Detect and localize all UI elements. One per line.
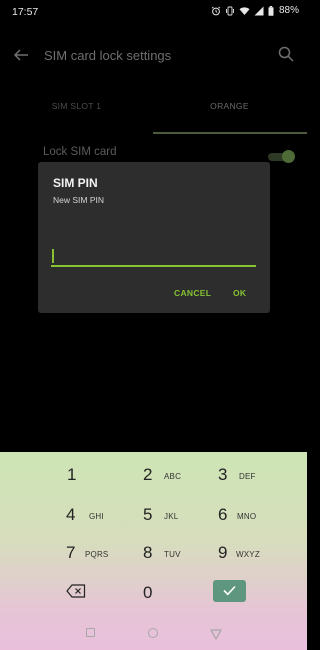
key-8[interactable]: 8 TUV	[143, 538, 223, 570]
key-digit: 6	[218, 505, 228, 524]
key-1[interactable]: 1	[67, 460, 147, 492]
cancel-button[interactable]: CANCEL	[174, 288, 211, 298]
key-letters: JKL	[164, 512, 179, 521]
key-0[interactable]: 0	[143, 578, 223, 610]
recents-square-icon[interactable]	[86, 628, 95, 637]
tab-orange[interactable]: ORANGE	[153, 94, 306, 134]
key-digit: 0	[143, 583, 153, 602]
vibrate-icon	[225, 6, 235, 16]
navigation-bar	[0, 622, 307, 650]
key-4[interactable]: 4 GHI	[66, 500, 146, 532]
key-letters: WXYZ	[236, 550, 260, 559]
dialog-subtitle: New SIM PIN	[53, 195, 105, 205]
key-letters: DEF	[239, 472, 256, 481]
key-digit: 7	[66, 543, 76, 562]
battery-icon	[268, 5, 274, 16]
key-3[interactable]: 3 DEF	[218, 460, 298, 492]
key-digit: 1	[67, 465, 77, 484]
key-letters: MNO	[237, 512, 257, 521]
lock-sim-card-label: Lock SIM card	[43, 146, 117, 158]
sim-tabs: SIM SLOT 1 ORANGE	[0, 94, 307, 134]
lock-sim-card-toggle[interactable]	[268, 150, 295, 164]
toggle-thumb	[282, 150, 295, 163]
key-6[interactable]: 6 MNO	[218, 500, 298, 532]
done-key[interactable]	[213, 580, 246, 602]
text-caret	[52, 249, 54, 263]
key-digit: 9	[218, 543, 228, 562]
numeric-keypad: 1 2 ABC 3 DEF 4 GHI 5 JKL 6 MNO 7 PQRS 8…	[0, 452, 307, 650]
key-letters: GHI	[89, 512, 104, 521]
arrow-left-icon[interactable]	[12, 46, 30, 64]
tab-indicator	[153, 132, 307, 134]
key-letters: TUV	[164, 550, 181, 559]
wifi-icon	[239, 6, 250, 16]
input-underline	[51, 265, 256, 267]
back-triangle-icon[interactable]	[210, 627, 222, 640]
home-circle-icon[interactable]	[148, 628, 158, 638]
page-title: SIM card lock settings	[44, 48, 172, 63]
key-digit: 2	[143, 465, 153, 484]
key-7[interactable]: 7 PQRS	[66, 538, 146, 570]
key-digit: 4	[66, 505, 76, 524]
battery-percentage: 88%	[278, 5, 299, 16]
signal-icon	[254, 6, 264, 16]
backspace-icon[interactable]	[66, 584, 86, 598]
status-bar: 17:57 88%	[0, 0, 307, 24]
dialog-title: SIM PIN	[53, 176, 98, 190]
status-time: 17:57	[12, 6, 39, 18]
key-letters: PQRS	[85, 550, 109, 559]
key-letters: ABC	[164, 472, 182, 481]
key-digit: 8	[143, 543, 153, 562]
screen: 17:57 88% SIM card lock settings SIM SLO…	[0, 0, 307, 650]
key-digit: 3	[218, 465, 228, 484]
app-bar: SIM card lock settings	[0, 40, 307, 70]
key-2[interactable]: 2 ABC	[143, 460, 223, 492]
key-9[interactable]: 9 WXYZ	[218, 538, 298, 570]
key-5[interactable]: 5 JKL	[143, 500, 223, 532]
tab-sim-slot-1[interactable]: SIM SLOT 1	[0, 94, 153, 134]
ok-button[interactable]: OK	[233, 288, 246, 298]
key-digit: 5	[143, 505, 153, 524]
search-icon[interactable]	[277, 45, 295, 63]
sim-pin-dialog: SIM PIN New SIM PIN CANCEL OK	[38, 162, 270, 313]
sim-pin-input[interactable]	[51, 246, 256, 268]
status-icons: 88%	[211, 5, 299, 16]
alarm-icon	[211, 6, 221, 16]
